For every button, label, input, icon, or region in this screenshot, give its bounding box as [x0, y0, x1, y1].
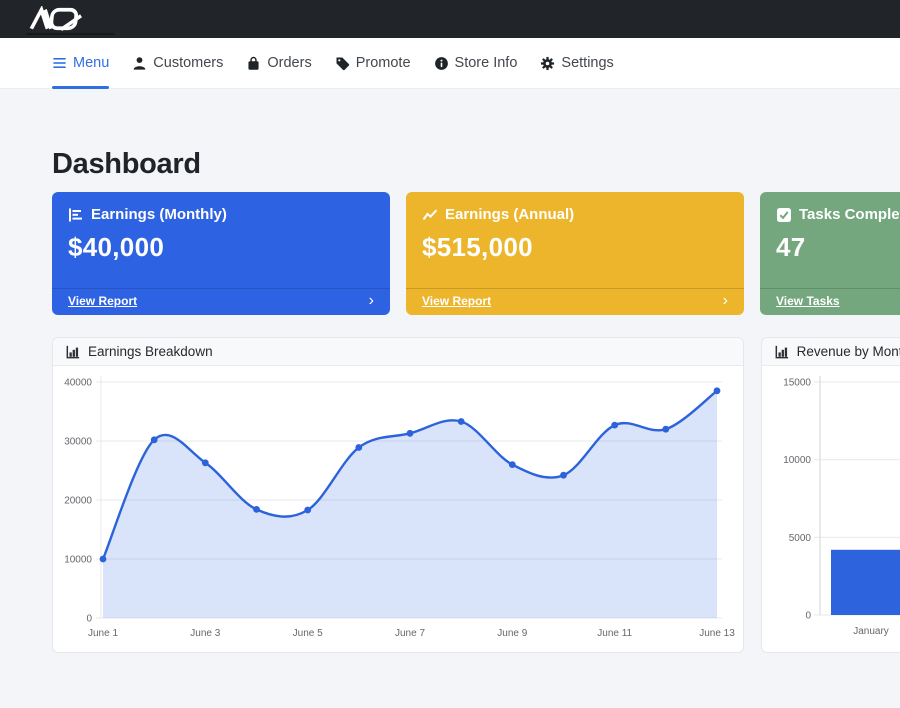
card-value: $515,000	[422, 232, 728, 263]
card-footer: View Report ›	[406, 288, 744, 315]
nav-item-label: Menu	[73, 55, 109, 71]
view-report-link[interactable]: View Report	[68, 294, 137, 308]
card-title-row: Earnings (Monthly)	[68, 206, 374, 223]
nav-item-label: Promote	[356, 55, 411, 71]
bar-chart-icon	[775, 345, 789, 359]
svg-text:10000: 10000	[64, 555, 92, 566]
svg-text:0: 0	[86, 614, 92, 625]
page-title: Dashboard	[52, 148, 900, 181]
earnings-monthly-card: Earnings (Monthly) $40,000 View Report ›	[52, 192, 390, 315]
nav-item-customers[interactable]: Customers	[132, 38, 223, 88]
card-title-row: Tasks Completed	[776, 206, 900, 223]
svg-text:20000: 20000	[64, 496, 92, 507]
nav-item-label: Orders	[267, 55, 311, 71]
shopping-bag-icon	[246, 56, 261, 71]
logo-underline	[26, 33, 114, 35]
earnings-breakdown-chart: 0 10000 20000 30000 40000 June 1 June 3 June 5 J…	[53, 366, 744, 652]
chart-card-header: Revenue by Month	[762, 338, 900, 366]
top-header-bar	[0, 0, 900, 38]
svg-text:January: January	[853, 626, 889, 637]
svg-text:June 7: June 7	[395, 628, 425, 639]
svg-text:5000: 5000	[788, 533, 811, 544]
stat-cards-row: Earnings (Monthly) $40,000 View Report ›…	[52, 192, 900, 315]
info-circle-icon	[434, 56, 449, 71]
svg-text:June 5: June 5	[293, 628, 323, 639]
svg-text:June 9: June 9	[497, 628, 527, 639]
charts-row: Earnings Breakdown 0 10000 20000 30000 40000…	[52, 337, 900, 653]
svg-text:June 13: June 13	[699, 628, 735, 639]
nav-item-label: Customers	[153, 55, 223, 71]
card-title: Tasks Completed	[799, 206, 900, 223]
app-root: Menu Customers Orders Promote	[0, 0, 900, 653]
revenue-by-month-card: Revenue by Month 0 5000 10000 15000 January	[761, 337, 900, 653]
chart-title: Earnings Breakdown	[88, 344, 213, 359]
nav-item-menu[interactable]: Menu	[52, 38, 109, 88]
chart-body: 0 5000 10000 15000 January	[762, 366, 900, 652]
svg-text:June 11: June 11	[597, 628, 632, 639]
gear-icon	[540, 56, 555, 71]
nav-item-store-info[interactable]: Store Info	[434, 38, 518, 88]
svg-text:30000: 30000	[64, 437, 92, 448]
card-footer: View Tasks ›	[760, 288, 900, 315]
line-chart-icon	[422, 207, 438, 223]
svg-text:15000: 15000	[783, 378, 811, 389]
view-report-link[interactable]: View Report	[422, 294, 491, 308]
main-content: Dashboard Earnings (Monthly) $40,000 Vie…	[0, 148, 900, 653]
person-icon	[132, 56, 147, 71]
earnings-breakdown-card: Earnings Breakdown 0 10000 20000 30000 40000…	[52, 337, 744, 653]
nav-item-label: Settings	[561, 55, 613, 71]
card-footer: View Report ›	[52, 288, 390, 315]
card-body: Tasks Completed 47	[760, 192, 900, 288]
brand-logo-icon[interactable]	[28, 6, 86, 32]
horizontal-bar-chart-icon	[68, 207, 84, 223]
svg-text:0: 0	[805, 611, 811, 622]
tasks-completed-card: Tasks Completed 47 View Tasks ›	[760, 192, 900, 315]
chevron-right-icon[interactable]: ›	[723, 294, 728, 308]
nav-item-orders[interactable]: Orders	[246, 38, 311, 88]
svg-text:June 1: June 1	[88, 628, 118, 639]
hamburger-icon	[52, 56, 67, 70]
chart-body: 0 10000 20000 30000 40000 June 1 June 3 June 5 J…	[53, 366, 743, 652]
svg-text:June 3: June 3	[190, 628, 220, 639]
earnings-annual-card: Earnings (Annual) $515,000 View Report ›	[406, 192, 744, 315]
nav-item-promote[interactable]: Promote	[335, 38, 411, 88]
active-tab-underline	[52, 86, 109, 89]
card-title-row: Earnings (Annual)	[422, 206, 728, 223]
card-body: Earnings (Annual) $515,000	[406, 192, 744, 288]
card-body: Earnings (Monthly) $40,000	[52, 192, 390, 288]
revenue-by-month-chart: 0 5000 10000 15000 January	[762, 366, 900, 652]
card-value: 47	[776, 232, 900, 263]
main-navigation: Menu Customers Orders Promote	[0, 38, 900, 89]
nav-item-label: Store Info	[455, 55, 518, 71]
view-tasks-link[interactable]: View Tasks	[776, 294, 840, 308]
nav-item-settings[interactable]: Settings	[540, 38, 613, 88]
chart-title: Revenue by Month	[797, 344, 900, 359]
svg-text:40000: 40000	[64, 378, 92, 389]
chevron-right-icon[interactable]: ›	[369, 294, 374, 308]
bar-chart-icon	[66, 345, 80, 359]
card-title: Earnings (Monthly)	[91, 206, 227, 223]
card-value: $40,000	[68, 232, 374, 263]
tag-icon	[335, 56, 350, 71]
chart-card-header: Earnings Breakdown	[53, 338, 743, 366]
svg-text:10000: 10000	[783, 455, 811, 466]
check-square-icon	[776, 207, 792, 223]
card-title: Earnings (Annual)	[445, 206, 574, 223]
